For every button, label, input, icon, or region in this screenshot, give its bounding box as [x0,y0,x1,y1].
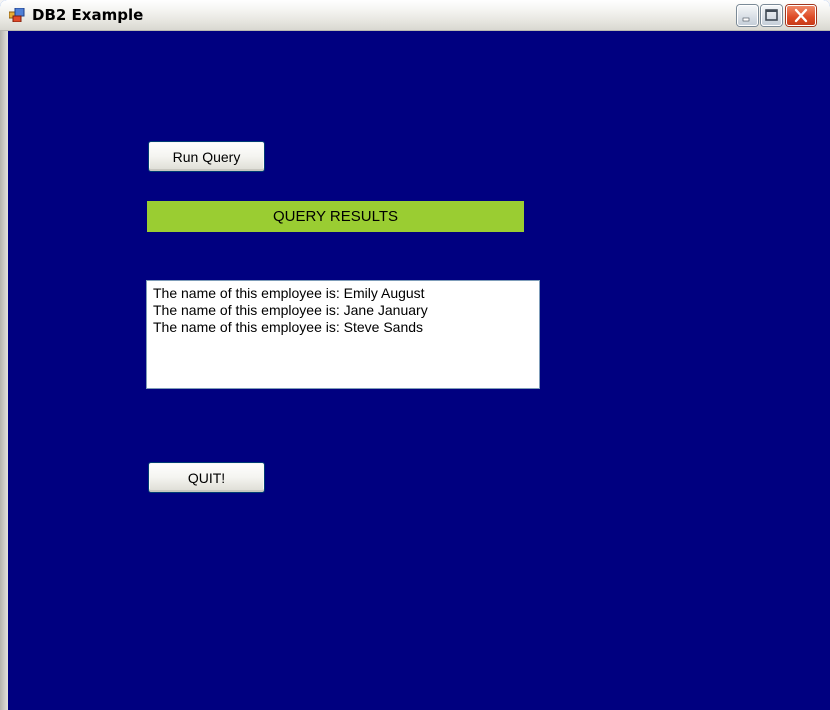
close-button[interactable] [786,5,816,26]
window-frame-left [0,31,8,710]
maximize-button[interactable] [761,5,782,26]
app-window: DB2 Example Run Query QUERY RESULTS The … [0,0,830,710]
application-window-icon [8,7,25,23]
results-textbox[interactable]: The name of this employee is: Emily Augu… [146,280,540,389]
result-line: The name of this employee is: Jane Janua… [153,302,428,318]
quit-button[interactable]: QUIT! [148,462,265,493]
title-bar[interactable]: DB2 Example [0,0,830,31]
query-results-header: QUERY RESULTS [147,201,524,232]
minimize-button[interactable] [737,5,758,26]
maximize-icon [765,9,778,21]
minimize-icon [742,17,750,22]
result-line: The name of this employee is: Steve Sand… [153,319,424,335]
close-icon [794,8,808,23]
window-title: DB2 Example [32,6,144,24]
run-query-button[interactable]: Run Query [148,141,265,172]
result-line: The name of this employee is: Emily Augu… [153,285,425,301]
